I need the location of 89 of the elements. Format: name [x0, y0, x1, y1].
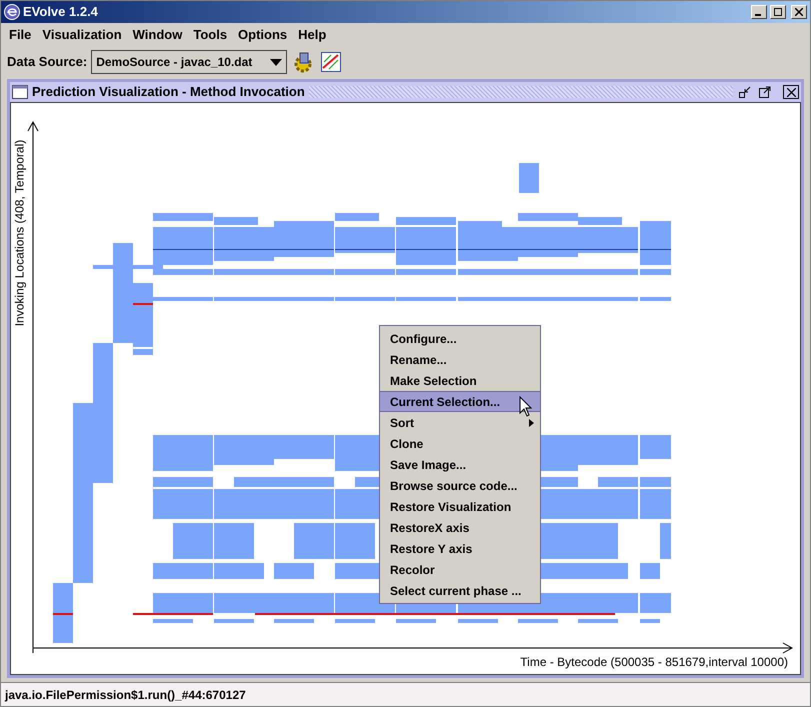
context-menu-item[interactable]: Select current phase ...	[380, 580, 540, 601]
data-block	[578, 227, 638, 253]
restore-icon	[739, 86, 751, 98]
data-source-dropdown[interactable]: DemoSource - javac_10.dat	[91, 50, 288, 74]
close-button[interactable]	[791, 5, 807, 19]
context-menu-item[interactable]: Current Selection...	[380, 391, 540, 412]
data-block	[396, 217, 456, 225]
maximize-icon	[774, 8, 782, 16]
status-text: java.io.FilePermission$1.run()_#44:670127	[5, 686, 246, 704]
frame-icon	[12, 85, 28, 99]
data-block	[133, 349, 153, 355]
data-block	[640, 593, 671, 613]
data-block	[640, 489, 671, 519]
data-block	[214, 619, 254, 623]
data-block	[214, 523, 254, 559]
menu-item[interactable]: Help	[294, 25, 330, 45]
data-block	[640, 269, 671, 275]
maximize-button[interactable]	[770, 5, 786, 19]
data-block	[294, 523, 334, 559]
data-block	[274, 619, 314, 623]
data-block	[660, 523, 671, 559]
data-block	[335, 619, 375, 623]
data-block	[153, 593, 213, 613]
context-menu-item[interactable]: Save Image...	[380, 454, 540, 475]
window-title: EVolve 1.2.4	[23, 3, 98, 22]
menu-item[interactable]: Options	[234, 25, 292, 45]
data-block	[153, 435, 213, 471]
dropdown-arrow-icon	[270, 58, 282, 66]
context-menu-item[interactable]: Recolor	[380, 559, 540, 580]
menu-item[interactable]: Visualization	[38, 25, 126, 45]
context-menu-item[interactable]: Restore Visualization	[380, 496, 540, 517]
data-block	[153, 477, 213, 487]
maximize-frame-button[interactable]	[757, 85, 773, 99]
context-menu-item[interactable]: Configure...	[380, 328, 540, 349]
data-block	[335, 523, 375, 559]
data-block	[578, 523, 618, 559]
chart-icon[interactable]	[319, 50, 344, 74]
data-block	[153, 619, 193, 623]
context-menu-item[interactable]: Make Selection	[380, 370, 540, 391]
data-block	[396, 619, 436, 623]
menu-item[interactable]: Tools	[189, 25, 232, 45]
y-axis-label: Invoking Locations (408, Temporal)	[11, 140, 27, 326]
close-frame-button[interactable]	[783, 85, 799, 99]
context-menu-item[interactable]: Sort	[380, 412, 540, 433]
data-block	[274, 593, 334, 613]
minimize-button[interactable]	[751, 5, 767, 19]
data-block	[274, 489, 334, 519]
context-menu-item[interactable]: Rename...	[380, 349, 540, 370]
data-block	[578, 489, 638, 519]
data-block	[538, 523, 578, 559]
menu-item[interactable]: File	[5, 25, 36, 45]
data-block	[578, 619, 618, 623]
data-block	[214, 489, 274, 519]
context-menu-item[interactable]: Clone	[380, 433, 540, 454]
data-block	[598, 477, 638, 487]
app-logo-icon	[4, 4, 20, 20]
marker-line	[640, 249, 671, 250]
close-icon	[786, 88, 796, 96]
data-block	[153, 563, 213, 579]
data-block	[214, 593, 274, 613]
context-menu-item[interactable]: Browse source code...	[380, 475, 540, 496]
data-block	[578, 563, 628, 579]
context-menu-item[interactable]: RestoreX axis	[380, 517, 540, 538]
frame-title: Prediction Visualization - Method Invocation	[32, 83, 305, 102]
data-block	[578, 593, 638, 613]
data-block	[458, 619, 498, 623]
menu-item[interactable]: Window	[128, 25, 186, 45]
data-source-label: Data Source:	[7, 53, 88, 72]
close-icon	[795, 8, 803, 16]
data-block	[640, 435, 671, 459]
data-block	[578, 435, 638, 465]
data-block	[214, 435, 274, 465]
minimize-frame-button[interactable]	[737, 85, 753, 99]
maximize-icon	[759, 86, 771, 98]
data-block	[640, 297, 671, 301]
data-block	[153, 489, 213, 519]
data-block	[214, 563, 264, 579]
data-block	[274, 563, 314, 579]
data-block	[173, 523, 213, 559]
highlight-line	[133, 303, 153, 305]
data-block	[518, 619, 558, 623]
data-block	[519, 163, 539, 193]
highlight-line	[53, 613, 73, 615]
data-block	[640, 477, 671, 487]
context-menu-item[interactable]: Restore Y axis	[380, 538, 540, 559]
data-block	[640, 563, 660, 579]
data-block	[640, 619, 660, 623]
mouse-cursor-icon	[519, 396, 533, 418]
x-axis-label: Time - Bytecode (500035 - 851679,interval 10000)	[520, 654, 788, 671]
